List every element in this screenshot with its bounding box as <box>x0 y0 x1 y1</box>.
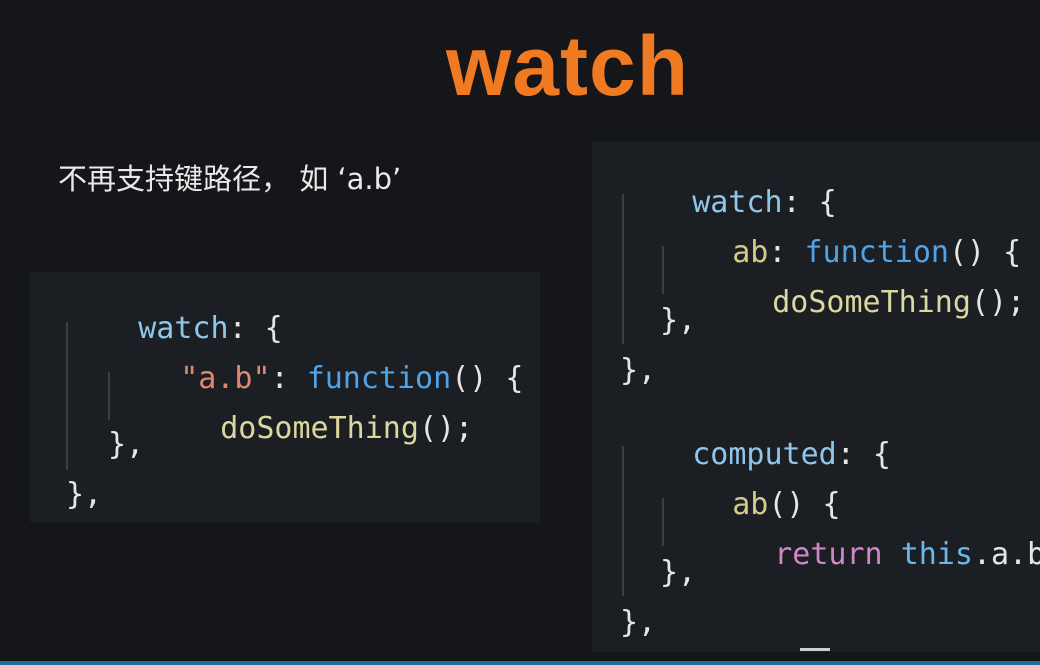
code-line: }, <box>108 427 145 462</box>
code-block-right: watch: { ab: function() { doSomeThing();… <box>592 142 1040 652</box>
code-token: (); <box>970 285 1026 320</box>
code-token: doSomeThing <box>772 285 971 320</box>
code-line: }, <box>620 353 657 388</box>
code-token: this <box>900 537 973 572</box>
slide-title: watch <box>445 19 690 113</box>
code-line: }, <box>620 605 657 640</box>
code-block-left: watch: { "a.b": function() { doSomeThing… <box>30 272 540 522</box>
code-token: return <box>774 537 883 572</box>
code-token: (); <box>418 411 474 446</box>
code-line: }, <box>66 477 103 512</box>
code-line: doSomeThing(); <box>700 252 1025 354</box>
playback-marker <box>800 648 830 651</box>
code-line: }, <box>660 303 697 338</box>
code-line: return this.a.b; <box>702 504 1040 606</box>
code-line: doSomeThing(); <box>148 378 473 480</box>
code-token: : { <box>836 437 891 472</box>
code-token: .a.b; <box>972 537 1040 572</box>
progress-bar <box>0 661 1040 665</box>
code-line: }, <box>660 555 697 590</box>
code-token: doSomeThing <box>220 411 419 446</box>
slide-subtitle: 不再支持键路径， 如 ‘a.b’ <box>58 162 402 196</box>
